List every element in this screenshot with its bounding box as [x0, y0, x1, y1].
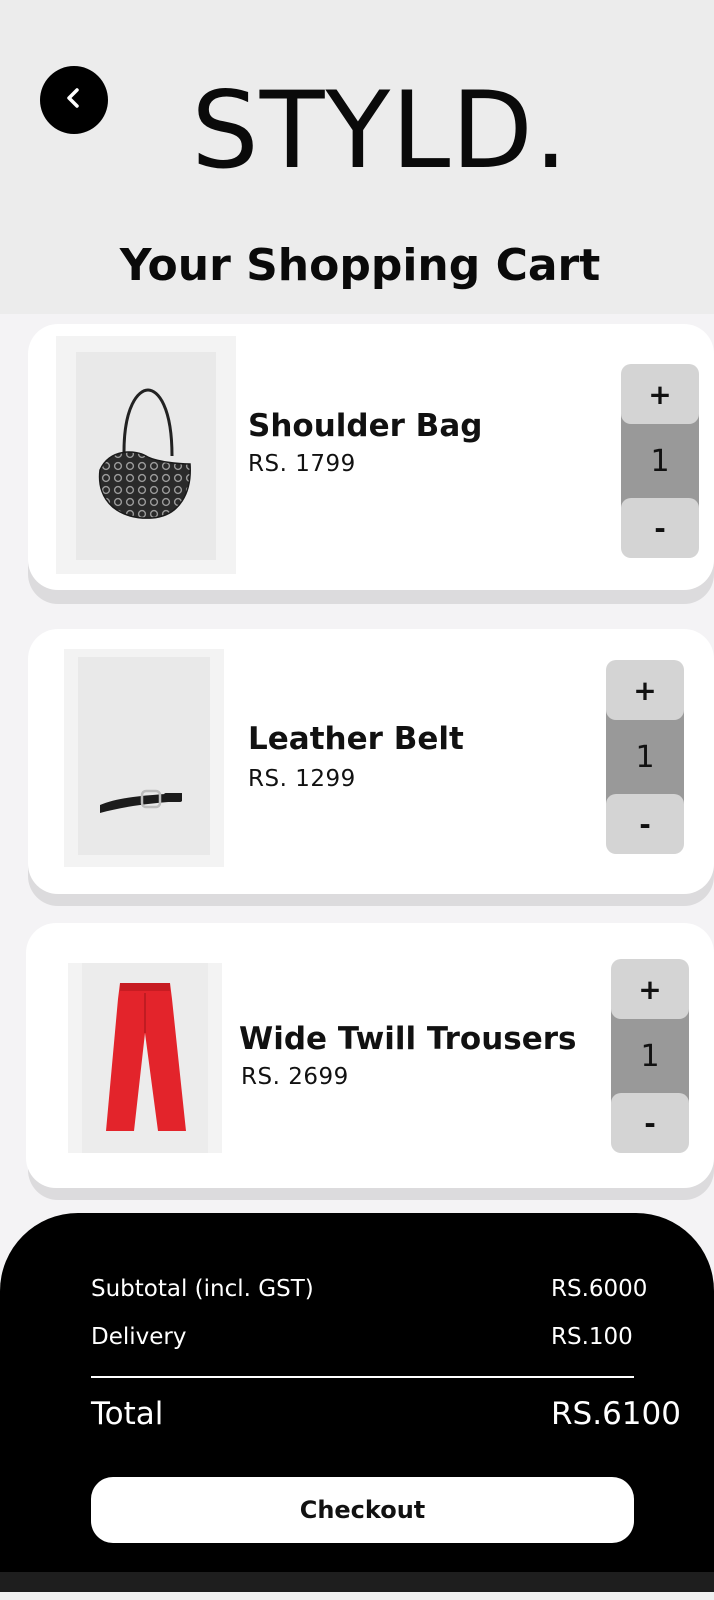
decrease-quantity-button[interactable]: - [621, 498, 699, 558]
item-name: Leather Belt [248, 721, 464, 757]
item-name: Wide Twill Trousers [239, 1021, 577, 1057]
quantity-stepper: 1 + - [611, 959, 689, 1153]
increase-quantity-button[interactable]: + [621, 364, 699, 424]
bottom-strip [0, 1592, 714, 1600]
checkout-button[interactable]: Checkout [91, 1477, 634, 1543]
increase-quantity-button[interactable]: + [611, 959, 689, 1019]
item-price: RS. 1799 [248, 451, 356, 477]
header: STYLD. Your Shopping Cart [0, 0, 714, 314]
brand-logo: STYLD. [191, 69, 569, 192]
cart-item: Wide Twill Trousers RS. 2699 1 + - [26, 923, 714, 1188]
summary-divider [91, 1376, 634, 1378]
quantity-stepper: 1 + - [621, 364, 699, 558]
subtotal-value: RS.6000 [551, 1276, 648, 1302]
quantity-stepper: 1 + - [606, 660, 684, 854]
item-price: RS. 2699 [241, 1064, 349, 1090]
subtotal-label: Subtotal (incl. GST) [91, 1276, 314, 1302]
leather-belt-image [78, 657, 210, 855]
item-name: Shoulder Bag [248, 408, 483, 444]
total-label: Total [91, 1396, 164, 1432]
total-value: RS.6100 [551, 1396, 681, 1432]
delivery-value: RS.100 [551, 1324, 633, 1350]
cart-item: Shoulder Bag RS. 1799 1 + - [28, 324, 714, 590]
product-thumbnail[interactable] [56, 336, 236, 574]
item-price: RS. 1299 [248, 766, 356, 792]
delivery-label: Delivery [91, 1324, 187, 1350]
shoulder-bag-image [76, 352, 216, 560]
increase-quantity-button[interactable]: + [606, 660, 684, 720]
product-thumbnail[interactable] [68, 963, 222, 1153]
cart-screen: STYLD. Your Shopping Cart Shoulder Bag R… [0, 0, 714, 1600]
cart-item: Leather Belt RS. 1299 1 + - [28, 629, 714, 894]
page-title: Your Shopping Cart [119, 240, 601, 291]
decrease-quantity-button[interactable]: - [611, 1093, 689, 1153]
decrease-quantity-button[interactable]: - [606, 794, 684, 854]
red-trousers-image [82, 963, 208, 1153]
product-thumbnail[interactable] [64, 649, 224, 867]
